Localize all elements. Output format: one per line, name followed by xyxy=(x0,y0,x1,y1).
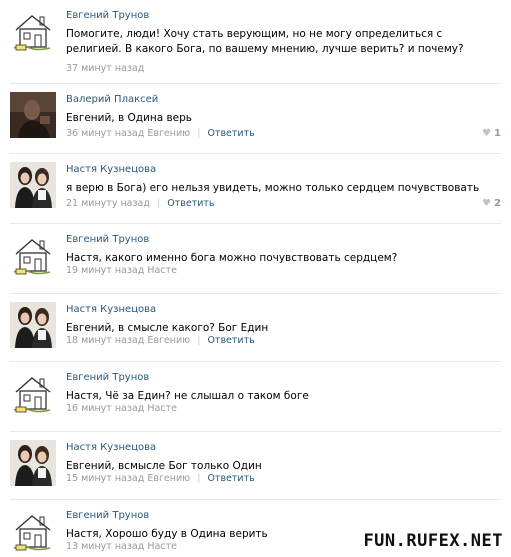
heart-icon: ♥ xyxy=(482,198,492,209)
girls-photo-avatar xyxy=(10,302,56,348)
comment-time[interactable]: 13 минут назад xyxy=(66,541,144,552)
house-drawing-icon xyxy=(10,8,56,54)
comment-meta: 16 минут назад Насте xyxy=(66,403,177,414)
comment-meta: 37 минут назад xyxy=(66,63,144,74)
comment-text: Настя, какого именно бога можно почувств… xyxy=(66,252,398,264)
like-button[interactable]: ♥ 2 xyxy=(482,198,501,209)
comment: Настя Кузнецова Евгений, в смысле какого… xyxy=(0,294,511,362)
comment-author[interactable]: Валерий Плаксей xyxy=(66,94,158,105)
reply-button[interactable]: Ответить xyxy=(207,128,254,139)
comment-text: я верю в Бога) его нельзя увидеть, можно… xyxy=(66,182,480,194)
comment-meta: 13 минут назад Насте xyxy=(66,541,177,552)
reply-button[interactable]: Ответить xyxy=(207,335,254,346)
heart-icon: ♥ xyxy=(482,128,492,139)
comment-author[interactable]: Настя Кузнецова xyxy=(66,442,156,453)
comment-text: Евгений, всмысле Бог только Один xyxy=(66,460,262,472)
comment: Евгений Трунов Настя, Чё за Един? не слы… xyxy=(0,362,511,432)
comment-author[interactable]: Настя Кузнецова xyxy=(66,164,156,175)
like-count: 1 xyxy=(494,128,501,139)
avatar[interactable] xyxy=(10,8,56,54)
comment-time[interactable]: 16 минут назад xyxy=(66,403,144,414)
avatar[interactable] xyxy=(10,440,56,486)
comment: Настя Кузнецова я верю в Бога) его нельз… xyxy=(0,154,511,224)
avatar[interactable] xyxy=(10,232,56,278)
comment-text: Настя, Чё за Един? не слышал о таком бог… xyxy=(66,390,309,402)
comment-author[interactable]: Настя Кузнецова xyxy=(66,304,156,315)
meta-separator: | xyxy=(197,128,201,139)
avatar[interactable] xyxy=(10,370,56,416)
avatar[interactable] xyxy=(10,508,56,554)
girls-photo-avatar xyxy=(10,162,56,208)
avatar[interactable] xyxy=(10,302,56,348)
comment-author[interactable]: Евгений Трунов xyxy=(66,372,149,383)
dark-photo-avatar xyxy=(10,92,56,138)
reply-to: Насте xyxy=(147,265,177,276)
meta-separator: | xyxy=(197,473,201,484)
comment: Настя Кузнецова Евгений, всмысле Бог тол… xyxy=(0,432,511,500)
reply-to: Евгению xyxy=(147,473,191,484)
house-drawing-icon xyxy=(10,232,56,278)
meta-separator: | xyxy=(156,198,161,209)
comment-time[interactable]: 15 минут назад xyxy=(66,473,144,484)
comment-author[interactable]: Евгений Трунов xyxy=(66,510,149,521)
comment-text: Евгений, в смысле какого? Бог Един xyxy=(66,322,269,334)
comment-time[interactable]: 37 минут назад xyxy=(66,63,144,74)
avatar[interactable] xyxy=(10,162,56,208)
girls-photo-avatar xyxy=(10,440,56,486)
house-drawing-icon xyxy=(10,370,56,416)
comment-text: Евгений, в Одина верь xyxy=(66,112,192,124)
reply-to: Насте xyxy=(147,403,177,414)
comment: Валерий Плаксей Евгений, в Одина верь 36… xyxy=(0,84,511,154)
house-drawing-icon xyxy=(10,508,56,554)
reply-button[interactable]: Ответить xyxy=(207,473,254,484)
comment-time[interactable]: 19 минут назад xyxy=(66,265,144,276)
comment-meta: 15 минут назад Евгению | Ответить xyxy=(66,473,255,484)
avatar[interactable] xyxy=(10,92,56,138)
reply-to: Евгению xyxy=(147,335,191,346)
like-button[interactable]: ♥ 1 xyxy=(482,128,501,139)
comment-author[interactable]: Евгений Трунов xyxy=(66,234,149,245)
comment-meta: 21 минуту назад | Ответить xyxy=(66,198,215,209)
comment-text: Помогите, люди! Хочу стать верующим, но … xyxy=(66,28,464,55)
comment: Евгений Трунов Помогите, люди! Хочу стат… xyxy=(0,0,511,84)
comment-meta: 36 минут назад Евгению | Ответить xyxy=(66,128,255,139)
like-count: 2 xyxy=(494,198,501,209)
watermark: FUN.RUFEX.NET xyxy=(363,531,503,551)
reply-button[interactable]: Ответить xyxy=(167,198,214,209)
comment-meta: 19 минут назад Насте xyxy=(66,265,177,276)
meta-separator: | xyxy=(197,335,201,346)
comment-time[interactable]: 36 минут назад xyxy=(66,128,144,139)
comment-author[interactable]: Евгений Трунов xyxy=(66,10,149,21)
comment-meta: 18 минут назад Евгению | Ответить xyxy=(66,335,255,346)
reply-to: Насте xyxy=(147,541,177,552)
reply-to: Евгению xyxy=(147,128,191,139)
comment-time[interactable]: 18 минут назад xyxy=(66,335,144,346)
comment: Евгений Трунов Настя, какого именно бога… xyxy=(0,224,511,294)
comment-time[interactable]: 21 минуту назад xyxy=(66,198,150,209)
